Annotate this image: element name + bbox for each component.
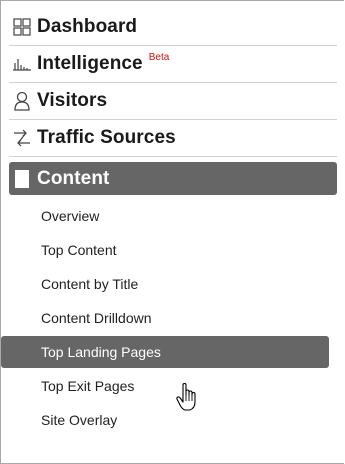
nav-item-intelligence-label: Intelligence xyxy=(37,53,143,74)
dashboard-grid-icon xyxy=(11,16,33,38)
nav-item-visitors-label: Visitors xyxy=(37,90,108,111)
intelligence-chart-icon xyxy=(11,53,33,75)
subnav-item-top-content[interactable]: Top Content xyxy=(9,233,337,267)
nav-item-dashboard-label: Dashboard xyxy=(37,16,138,37)
nav-item-traffic-sources[interactable]: Traffic Sources xyxy=(9,120,337,157)
nav-item-content-label: Content xyxy=(37,167,110,189)
nav-item-intelligence[interactable]: Intelligence Beta xyxy=(9,46,337,83)
nav-item-traffic-sources-label: Traffic Sources xyxy=(37,127,176,148)
subnav-item-site-overlay[interactable]: Site Overlay xyxy=(9,403,337,437)
subnav-item-top-landing-pages[interactable]: Top Landing Pages xyxy=(1,336,329,368)
beta-badge: Beta xyxy=(148,51,170,63)
navigation-panel: Dashboard Intelligence Beta Visitors Tra… xyxy=(0,0,344,464)
subnav-item-overview[interactable]: Overview xyxy=(9,199,337,233)
nav-item-content[interactable]: Content xyxy=(9,162,337,195)
nav-item-dashboard[interactable]: Dashboard xyxy=(9,9,337,46)
hand-pointer-cursor-icon xyxy=(176,383,196,411)
sidebar-nav: Dashboard Intelligence Beta Visitors Tra… xyxy=(1,9,337,437)
visitors-person-icon xyxy=(11,90,33,112)
traffic-arrows-icon xyxy=(11,127,33,149)
content-square-icon xyxy=(11,168,33,190)
nav-item-visitors[interactable]: Visitors xyxy=(9,83,337,120)
subnav-item-content-drilldown[interactable]: Content Drilldown xyxy=(9,301,337,335)
subnav-item-top-exit-pages[interactable]: Top Exit Pages xyxy=(9,369,337,403)
subnav-item-content-by-title[interactable]: Content by Title xyxy=(9,267,337,301)
